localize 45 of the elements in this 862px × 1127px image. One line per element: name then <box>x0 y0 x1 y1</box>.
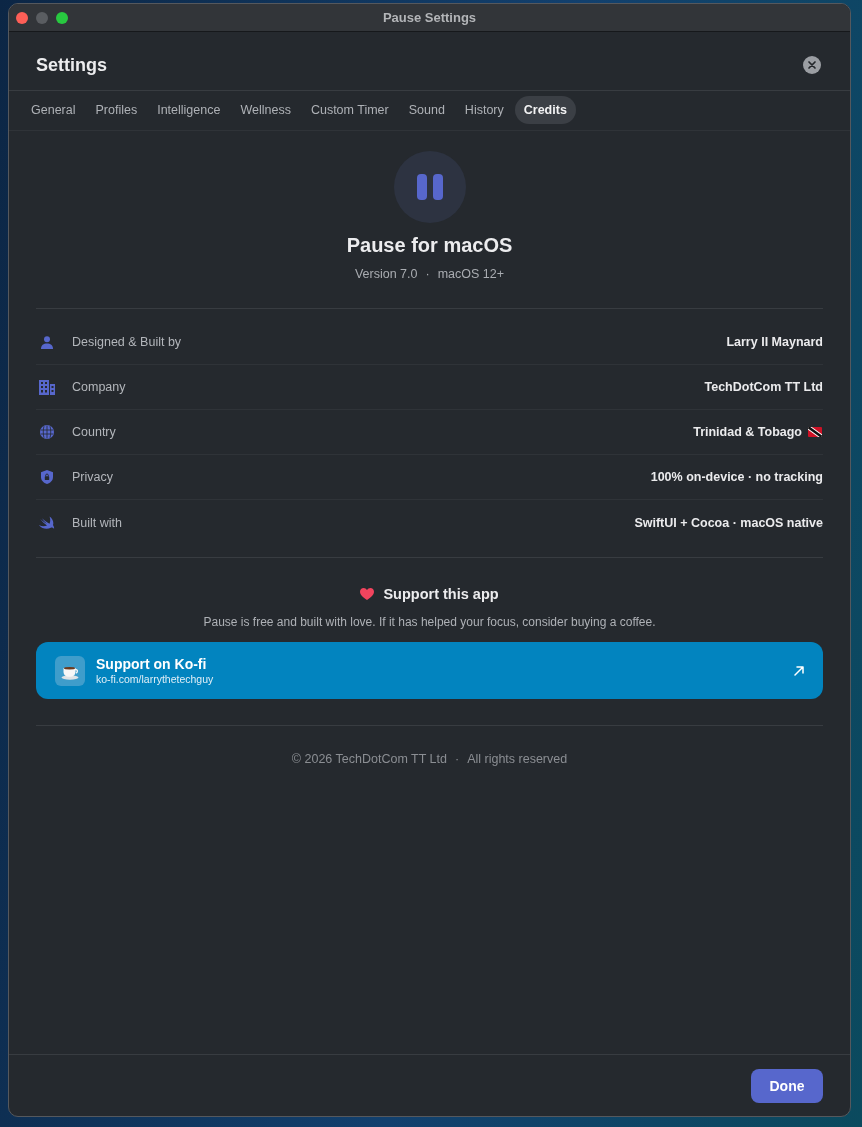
building-icon <box>39 379 55 395</box>
detail-value: SwiftUI + Cocoa · macOS native <box>634 515 823 530</box>
tab[interactable]: Wellness <box>231 96 300 124</box>
pause-icon <box>393 151 466 223</box>
heart-icon <box>360 588 375 600</box>
detail-value: 100% on-device · no tracking <box>650 470 823 484</box>
tab[interactable]: History <box>455 96 513 124</box>
copyright-text: © 2026 TechDotCom TT Ltd <box>291 751 447 767</box>
detail-value: TechDotCom TT Ltd <box>704 380 823 394</box>
person-icon <box>41 335 53 349</box>
detail-value: Trinidad & Tobago <box>693 425 802 439</box>
detail-label: Company <box>72 380 126 394</box>
tab[interactable]: Intelligence <box>148 96 230 124</box>
tab[interactable]: Credits <box>514 96 576 124</box>
support-title: Support this app <box>383 586 499 602</box>
app-name: Pause for macOS <box>345 233 514 257</box>
separator-dot: · <box>454 751 460 767</box>
separator-dot: · <box>425 266 430 282</box>
detail-label: Privacy <box>72 470 113 484</box>
shield-icon <box>41 470 53 484</box>
zoom-button[interactable] <box>56 11 68 24</box>
rights-text: All rights reserved <box>467 751 568 767</box>
tab[interactable]: Custom Timer <box>301 96 398 124</box>
detail-value: Larry II Maynard <box>726 335 823 349</box>
tab[interactable]: Sound <box>399 96 454 124</box>
tab[interactable]: General <box>22 96 85 124</box>
tab[interactable]: Profiles <box>86 96 147 124</box>
detail-label: Built with <box>72 515 123 530</box>
support-description: Pause is free and built with love. If it has helped your focus, consider buying a coffee. <box>202 614 657 630</box>
done-button[interactable]: Done <box>751 1069 823 1103</box>
close-icon <box>803 56 821 74</box>
close-button[interactable] <box>803 56 821 74</box>
coffee-cup-icon <box>55 655 85 686</box>
bird-icon <box>39 516 55 529</box>
window-title: Pause Settings <box>382 10 477 25</box>
globe-icon <box>40 425 54 439</box>
version-text: Version 7.0 <box>354 266 418 282</box>
detail-label: Designed & Built by <box>72 335 182 349</box>
kofi-support-link[interactable]: Support on Ko-fi ko-fi.com/larrythetechguy <box>36 642 823 699</box>
arrow-icon <box>794 665 804 676</box>
settings-title: Settings <box>36 54 107 76</box>
flag-icon <box>808 427 822 437</box>
close-window-button[interactable] <box>16 11 28 24</box>
detail-label: Country <box>72 425 116 439</box>
platform-text: macOS 12+ <box>437 266 505 282</box>
